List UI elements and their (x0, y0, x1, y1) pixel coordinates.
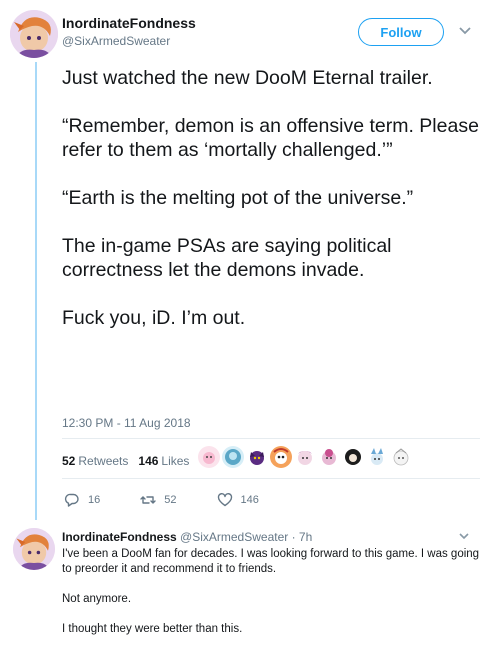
reply-paragraph: Not anymore. (62, 593, 132, 605)
reply-author-avatar[interactable] (13, 528, 55, 570)
reply-action[interactable]: 16 (64, 492, 100, 508)
retweet-icon (140, 492, 164, 508)
reply-handle-time[interactable]: @SixArmedSweater · 7h (180, 530, 312, 544)
liker-avatar[interactable] (246, 446, 268, 468)
divider (62, 478, 480, 479)
follow-button[interactable]: Follow (358, 18, 444, 46)
liker-avatars (198, 446, 412, 468)
liker-avatar[interactable] (198, 446, 220, 468)
liker-avatar[interactable] (294, 446, 316, 468)
tweet-actions: 16 52 146 (64, 492, 299, 508)
reply-body: I've been a DooM fan for decades. I was … (62, 547, 482, 637)
likes-label: Likes (161, 454, 190, 468)
heart-icon (217, 492, 241, 508)
tweet-timestamp[interactable]: 12:30 PM - 11 Aug 2018 (62, 416, 191, 430)
tweet-paragraph: Just watched the new DooM Eternal traile… (62, 67, 433, 89)
liker-avatar[interactable] (318, 446, 340, 468)
reply-paragraph: I've been a DooM fan for decades. I was … (62, 548, 480, 575)
engagement-stats: 52 Retweets 146 Likes (62, 454, 199, 468)
tweet-header: InordinateFondness @SixArmedSweater (62, 14, 196, 49)
reply-count: 16 (88, 494, 101, 506)
likes-count: 146 (138, 454, 159, 468)
liker-avatar[interactable] (390, 446, 412, 468)
reply-tweet[interactable]: InordinateFondness @SixArmedSweater · 7h… (62, 530, 482, 648)
reply-display-name[interactable]: InordinateFondness (62, 530, 177, 544)
thread-connector-line (35, 62, 37, 520)
tweet-paragraph: “Remember, demon is an offensive term. P… (62, 115, 479, 161)
like-count: 146 (240, 494, 259, 506)
retweets-stat[interactable]: 52 Retweets (62, 454, 128, 468)
liker-avatar[interactable] (270, 446, 292, 468)
tweet-paragraph: The in-game PSAs are saying political co… (62, 235, 392, 281)
divider (62, 438, 480, 439)
retweets-count: 52 (62, 454, 76, 468)
reply-icon (64, 492, 88, 508)
retweets-label: Retweets (78, 454, 129, 468)
like-action[interactable]: 146 (217, 492, 259, 508)
author-display-name[interactable]: InordinateFondness (62, 14, 196, 32)
author-avatar[interactable] (10, 10, 58, 58)
author-handle[interactable]: @SixArmedSweater (62, 33, 196, 49)
reply-header: InordinateFondness @SixArmedSweater · 7h (62, 530, 482, 545)
liker-avatar[interactable] (222, 446, 244, 468)
tweet-body: Just watched the new DooM Eternal traile… (62, 66, 482, 330)
reply-paragraph: I thought they were better than this. (62, 623, 243, 635)
retweet-action[interactable]: 52 (140, 492, 177, 508)
liker-avatar[interactable] (342, 446, 364, 468)
chevron-down-icon[interactable] (458, 532, 470, 540)
liker-avatar[interactable] (366, 446, 388, 468)
likes-stat[interactable]: 146 Likes (138, 454, 189, 468)
chevron-down-icon[interactable] (458, 26, 472, 36)
retweet-count: 52 (164, 494, 177, 506)
tweet-paragraph: Fuck you, iD. I’m out. (62, 307, 246, 329)
tweet-paragraph: “Earth is the melting pot of the univers… (62, 187, 414, 209)
